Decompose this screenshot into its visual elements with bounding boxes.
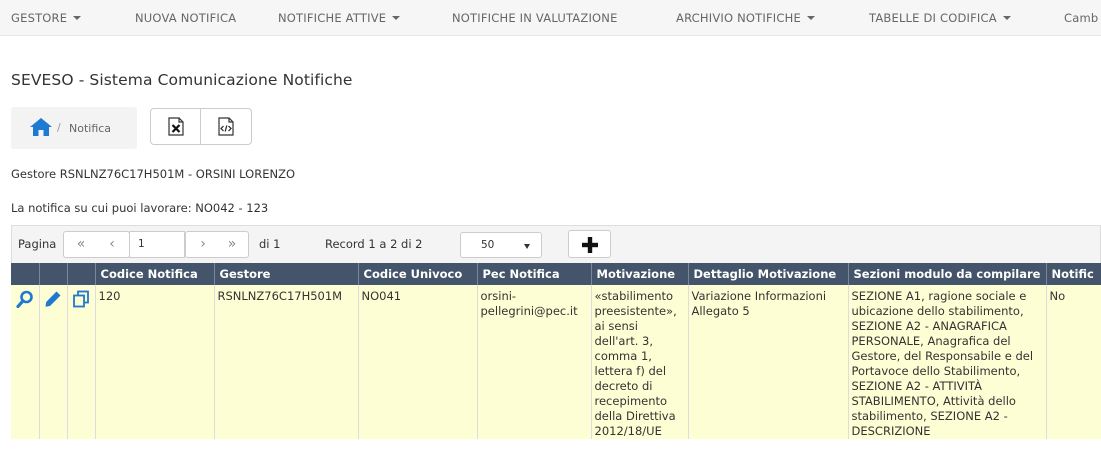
nav-cambia-label: Camb bbox=[1064, 11, 1099, 25]
col-header-sezioni[interactable]: Sezioni modulo da compilare bbox=[848, 263, 1047, 285]
cell-notific: No bbox=[1046, 285, 1101, 439]
col-header-copy bbox=[67, 263, 96, 285]
view-cell bbox=[11, 285, 40, 439]
cell-codice-univoco: NO041 bbox=[358, 285, 478, 439]
pager-bar: Pagina « ‹ 1 › » di 1 Record 1 a 2 di 2 … bbox=[11, 225, 1101, 263]
export-excel-button[interactable] bbox=[151, 109, 201, 144]
cell-dettaglio-motivazione: Variazione Informazioni Allegato 5 bbox=[688, 285, 849, 439]
col-header-gestore[interactable]: Gestore bbox=[214, 263, 359, 285]
nav-nuova-notifica-label: NUOVA NOTIFICA bbox=[135, 11, 237, 25]
chevron-down-icon bbox=[392, 16, 401, 20]
next-page-button[interactable]: › bbox=[189, 232, 217, 257]
col-header-pec-notifica[interactable]: Pec Notifica bbox=[477, 263, 592, 285]
nav-tabelle-di-codifica-label: TABELLE DI CODIFICA bbox=[869, 11, 997, 25]
nav-notifiche-attive-label: NOTIFICHE ATTIVE bbox=[278, 11, 387, 25]
pencil-icon[interactable] bbox=[44, 290, 62, 308]
nav-archivio-notifiche-label: ARCHIVIO NOTIFICHE bbox=[676, 11, 801, 25]
copy-icon[interactable] bbox=[72, 290, 90, 308]
gestore-info: Gestore RSNLNZ76C17H501M - ORSINI LORENZ… bbox=[11, 167, 296, 181]
col-header-view bbox=[11, 263, 40, 285]
first-page-button[interactable]: « bbox=[67, 232, 95, 257]
nav-gestore-label: GESTORE bbox=[11, 11, 68, 25]
page-count: di 1 bbox=[259, 237, 281, 251]
excel-export-icon bbox=[168, 117, 184, 136]
chevron-down-icon bbox=[1002, 16, 1011, 20]
cell-sezioni: SEZIONE A1, ragione sociale e ubicazione… bbox=[848, 285, 1047, 439]
notifiche-table: Codice Notifica Gestore Codice Univoco P… bbox=[11, 263, 1101, 439]
page-size-select[interactable]: 50 bbox=[460, 232, 542, 258]
table-header-row: Codice Notifica Gestore Codice Univoco P… bbox=[11, 263, 1101, 285]
xml-export-icon bbox=[218, 117, 234, 136]
col-header-dettaglio-motivazione[interactable]: Dettaglio Motivazione bbox=[688, 263, 849, 285]
cell-motivazione: «stabilimento preesistente», ai sensi de… bbox=[591, 285, 689, 439]
nav-nuova-notifica[interactable]: NUOVA NOTIFICA bbox=[135, 11, 236, 25]
last-page-button[interactable]: » bbox=[218, 232, 246, 257]
col-header-motivazione[interactable]: Motivazione bbox=[591, 263, 689, 285]
pager-label: Pagina bbox=[18, 237, 57, 251]
chevron-down-icon bbox=[73, 16, 82, 20]
nav-cambia[interactable]: Camb bbox=[1064, 11, 1098, 25]
cell-pec-notifica: orsini-pellegrini@pec.it bbox=[477, 285, 592, 439]
col-header-codice-univoco[interactable]: Codice Univoco bbox=[358, 263, 478, 285]
page-number-input[interactable]: 1 bbox=[129, 232, 185, 257]
table-row: 120 RSNLNZ76C17H501M NO041 orsini-pelleg… bbox=[11, 285, 1101, 439]
home-icon[interactable] bbox=[30, 118, 52, 136]
edit-cell bbox=[39, 285, 68, 439]
breadcrumb-separator: / bbox=[57, 121, 61, 134]
notifica-info: La notifica su cui puoi lavorare: NO042 … bbox=[11, 201, 269, 215]
nav-notifiche-attive[interactable]: NOTIFICHE ATTIVE bbox=[278, 11, 401, 25]
cell-codice-notifica: 120 bbox=[95, 285, 215, 439]
page-input-wrapper: 1 bbox=[129, 231, 185, 258]
col-header-notific[interactable]: Notific bbox=[1046, 263, 1101, 285]
export-toolbar bbox=[150, 108, 252, 145]
plus-icon bbox=[582, 237, 598, 253]
nav-gestore[interactable]: GESTORE bbox=[11, 11, 82, 25]
breadcrumb: / Notifica bbox=[11, 107, 137, 149]
copy-cell bbox=[67, 285, 96, 439]
page-size-value: 50 bbox=[481, 239, 495, 251]
page-title: SEVESO - Sistema Comunicazione Notifiche bbox=[11, 71, 353, 89]
magnifier-icon[interactable] bbox=[16, 290, 34, 309]
breadcrumb-notifica: Notifica bbox=[69, 122, 112, 135]
prev-page-button[interactable]: ‹ bbox=[98, 232, 126, 257]
nav-archivio-notifiche[interactable]: ARCHIVIO NOTIFICHE bbox=[676, 11, 815, 25]
col-header-codice-notifica[interactable]: Codice Notifica bbox=[95, 263, 215, 285]
nav-notifiche-in-valutazione-label: NOTIFICHE IN VALUTAZIONE bbox=[452, 11, 618, 25]
cell-gestore: RSNLNZ76C17H501M bbox=[214, 285, 359, 439]
pager-nav-left: « ‹ bbox=[63, 231, 130, 258]
record-info: Record 1 a 2 di 2 bbox=[325, 237, 423, 251]
export-xml-button[interactable] bbox=[201, 109, 251, 144]
chevron-down-icon bbox=[524, 244, 530, 249]
top-navbar: GESTORE NUOVA NOTIFICA NOTIFICHE ATTIVE … bbox=[0, 0, 1101, 36]
col-header-edit bbox=[39, 263, 68, 285]
pager-nav-right: › » bbox=[185, 231, 249, 258]
nav-tabelle-di-codifica[interactable]: TABELLE DI CODIFICA bbox=[869, 11, 1011, 25]
add-record-button[interactable] bbox=[568, 230, 611, 258]
chevron-down-icon bbox=[806, 16, 815, 20]
nav-notifiche-in-valutazione[interactable]: NOTIFICHE IN VALUTAZIONE bbox=[452, 11, 618, 25]
notifiche-grid: Codice Notifica Gestore Codice Univoco P… bbox=[11, 263, 1101, 463]
